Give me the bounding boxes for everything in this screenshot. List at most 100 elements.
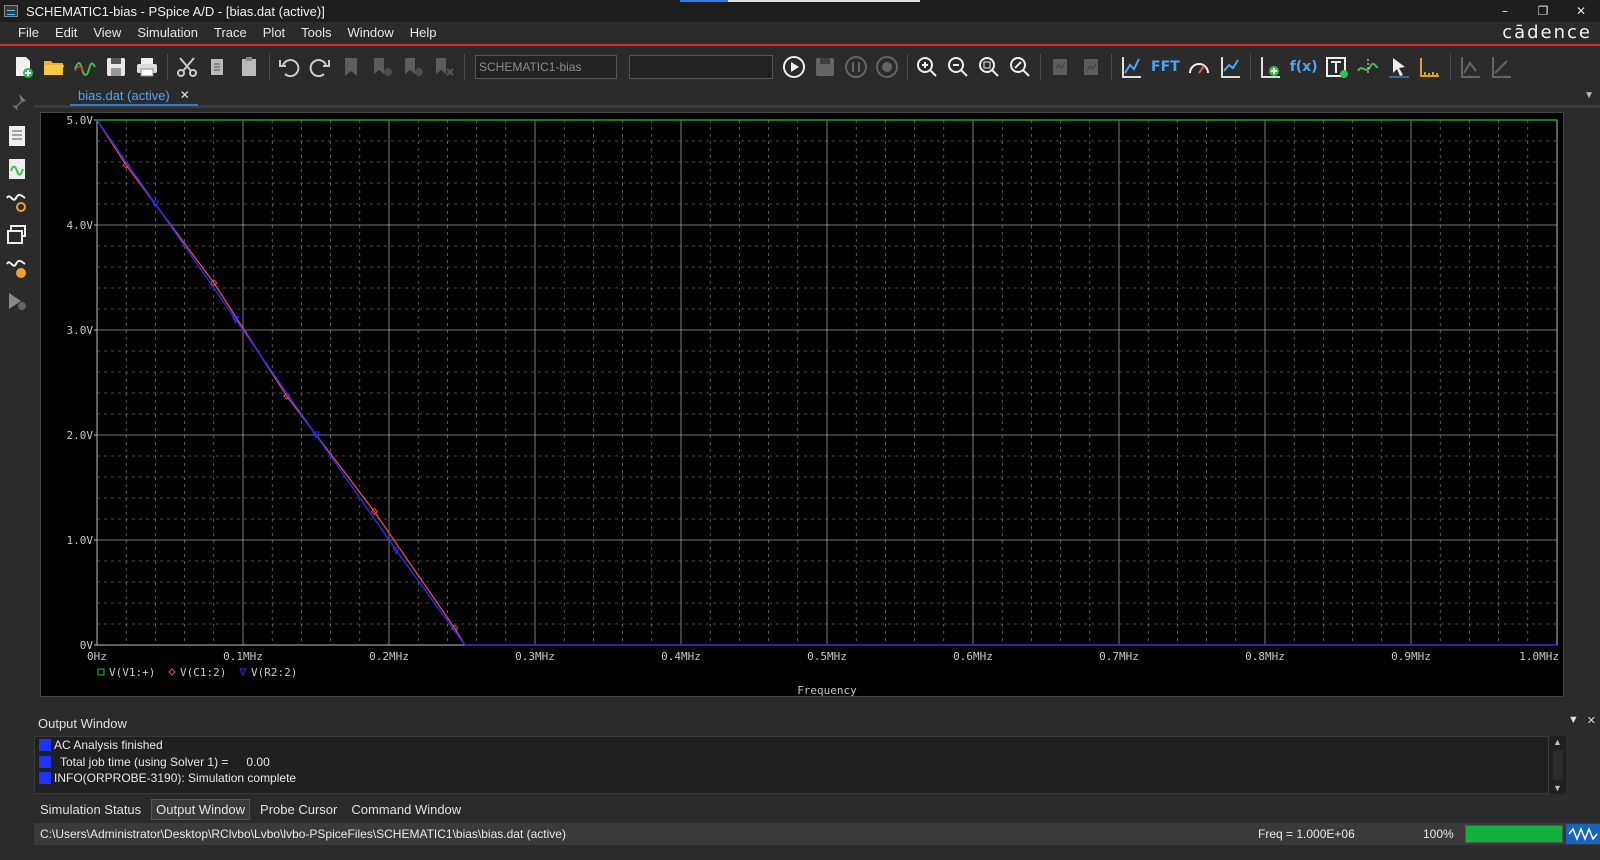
legend-entry: V(V1:+) (109, 666, 155, 679)
output-menu-chevron-icon[interactable]: ▼ (1568, 714, 1579, 727)
cursor-peak-button[interactable] (1455, 52, 1485, 82)
tab-close-icon[interactable]: ✕ (180, 86, 190, 105)
cursor-trace-button[interactable] (1353, 52, 1383, 82)
select-cursor-button[interactable] (1384, 52, 1414, 82)
open-folder-icon (44, 61, 64, 75)
copy-button[interactable] (203, 52, 233, 82)
menu-bar: File Edit View Simulation Trace Plot Too… (0, 22, 1600, 46)
simulation-settings-button[interactable] (0, 119, 34, 152)
output-scrollbar[interactable]: ▲ ▼ (1548, 736, 1566, 794)
menu-tools[interactable]: Tools (293, 22, 339, 44)
copy-plot-icon (1053, 59, 1067, 75)
pause-icon (845, 56, 867, 78)
menu-plot[interactable]: Plot (255, 22, 293, 44)
simulation-progress-bar (1465, 825, 1563, 843)
undo-icon (279, 59, 300, 78)
cut-button[interactable] (172, 52, 202, 82)
menu-window[interactable]: Window (340, 22, 402, 44)
print-button[interactable] (132, 52, 162, 82)
x-tick-label: 0.8MHz (1245, 650, 1285, 663)
paste-plot-button[interactable] (1076, 52, 1106, 82)
wave-gauge-icon (6, 259, 26, 278)
bookmark-next-button[interactable] (367, 52, 397, 82)
tab-command-window[interactable]: Command Window (347, 800, 465, 819)
tab-output-window[interactable]: Output Window (151, 798, 251, 820)
zoom-out-button[interactable] (943, 52, 973, 82)
title-progress-strip (680, 0, 920, 2)
add-trace-icon (1260, 57, 1280, 78)
y-axis-settings-button[interactable] (1116, 52, 1146, 82)
text-label-button[interactable] (1322, 52, 1352, 82)
x-tick-label: 0.6MHz (953, 650, 993, 663)
output-close-icon[interactable]: ✕ (1587, 714, 1596, 727)
output-line-value: 0.00 (246, 754, 270, 769)
open-waveform-button[interactable] (70, 52, 100, 82)
legend-entry: V(R2:2) (251, 666, 297, 679)
stop-button[interactable] (872, 52, 902, 82)
undo-button[interactable] (274, 52, 304, 82)
zoom-fit-button[interactable] (974, 52, 1004, 82)
simulation-profile-field[interactable] (475, 55, 617, 79)
measure-button[interactable] (1415, 52, 1445, 82)
cursor-slope-button[interactable] (1486, 52, 1516, 82)
save-simulation-button[interactable] (810, 52, 840, 82)
tab-menu-chevron-icon[interactable]: ▼ (1584, 90, 1594, 101)
zoom-fit-icon (979, 57, 999, 77)
tab-simulation-status[interactable]: Simulation Status (36, 800, 145, 819)
x-axis-settings-button[interactable] (1215, 52, 1245, 82)
zoom-in-button[interactable] (912, 52, 942, 82)
tab-probe-cursor[interactable]: Probe Cursor (256, 800, 341, 819)
pin-icon (10, 93, 26, 113)
scroll-down-icon[interactable]: ▼ (1549, 782, 1566, 794)
run-button[interactable] (779, 52, 809, 82)
windows-button[interactable] (0, 218, 34, 251)
scroll-thumb[interactable] (1552, 750, 1563, 780)
restore-button[interactable]: ❐ (1524, 0, 1562, 22)
menu-trace[interactable]: Trace (206, 22, 255, 44)
eval-function-button[interactable]: f(x) (1290, 59, 1318, 75)
menu-edit[interactable]: Edit (47, 22, 85, 44)
title-bar: SCHEMATIC1-bias - PSpice A/D - [bias.dat… (0, 0, 1600, 22)
add-trace-button[interactable] (1255, 52, 1285, 82)
cursor-trace-icon (1356, 59, 1379, 75)
output-log[interactable]: AC Analysis finished Total job time (usi… (34, 736, 1566, 794)
gauge-icon (1188, 63, 1209, 74)
waveform-icon (74, 62, 96, 76)
paste-button[interactable] (234, 52, 264, 82)
menu-simulation[interactable]: Simulation (129, 22, 206, 44)
plot-window[interactable]: 0V 1.0V 2.0V 3.0V 4.0V 5.0V 0Hz 0.1MHz 0.2MHz 0.3… (40, 112, 1564, 697)
probe-search-button[interactable] (0, 185, 34, 218)
new-file-button[interactable] (8, 52, 38, 82)
text-label-icon (1325, 57, 1348, 78)
save-icon (107, 58, 125, 76)
status-bar: C:\Users\Administrator\Desktop\RClvbo\Lv… (34, 823, 1600, 845)
waveform-view-button[interactable] (0, 152, 34, 185)
scroll-up-icon[interactable]: ▲ (1549, 736, 1566, 748)
redo-button[interactable] (305, 52, 335, 82)
simulation-name-field[interactable] (629, 55, 773, 79)
zoom-area-button[interactable] (1005, 52, 1035, 82)
copy-plot-button[interactable] (1045, 52, 1075, 82)
menu-help[interactable]: Help (402, 22, 445, 44)
bookmark-icon (345, 58, 357, 76)
close-window-button[interactable]: ✕ (1562, 0, 1600, 22)
pause-button[interactable] (841, 52, 871, 82)
fft-button[interactable]: FFT (1151, 59, 1180, 75)
open-button[interactable] (39, 52, 69, 82)
wave-measure-button[interactable] (0, 251, 34, 284)
x-tick-label: 0.9MHz (1391, 650, 1431, 663)
pin-button[interactable] (0, 86, 34, 119)
bookmark-clear-button[interactable] (429, 52, 459, 82)
bookmark-button[interactable] (336, 52, 366, 82)
minimize-button[interactable]: – (1486, 0, 1524, 22)
tab-bias-dat[interactable]: bias.dat (active) ✕ (70, 86, 198, 106)
performance-analysis-button[interactable] (1184, 52, 1214, 82)
save-button[interactable] (101, 52, 131, 82)
output-line: AC Analysis finished (39, 737, 1565, 754)
menu-file[interactable]: File (10, 22, 47, 44)
bookmark-prev-button[interactable] (398, 52, 428, 82)
menu-view[interactable]: View (85, 22, 129, 44)
run-options-button[interactable] (0, 284, 34, 317)
x-tick-label: 0Hz (87, 650, 107, 663)
waveform-plot[interactable]: 0V1.0V2.0V3.0V4.0V5.0V0Hz 0.1MHz 0.2MHz 0.3… (41, 113, 1565, 698)
